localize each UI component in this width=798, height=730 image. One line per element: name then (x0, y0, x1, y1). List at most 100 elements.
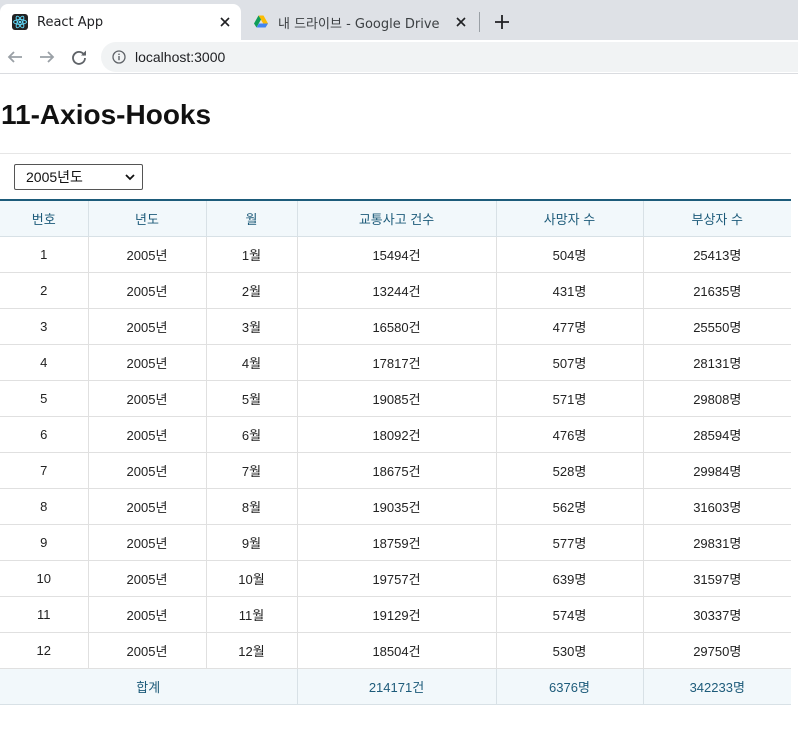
tab-google-drive[interactable]: 내 드라이브 - Google Drive (241, 4, 477, 40)
google-drive-icon (253, 14, 269, 30)
table-row: 11 2005년 11월 19129건 574명 30337명 (0, 596, 791, 633)
cell-injuries: 29984명 (643, 452, 791, 489)
table-row: 2 2005년 2월 13244건 431명 21635명 (0, 272, 791, 309)
cell-number: 8 (0, 488, 89, 525)
total-accidents: 214171건 (297, 668, 497, 705)
cell-number: 3 (0, 308, 89, 345)
cell-number: 9 (0, 524, 89, 561)
cell-deaths: 571명 (496, 380, 644, 417)
cell-month: 11월 (206, 596, 298, 633)
cell-injuries: 31597명 (643, 560, 791, 597)
cell-number: 1 (0, 236, 89, 273)
column-header-accidents: 교통사고 건수 (297, 200, 497, 237)
cell-accidents: 19035건 (297, 488, 497, 525)
cell-injuries: 28594명 (643, 416, 791, 453)
url-text: localhost:3000 (135, 49, 226, 65)
cell-deaths: 574명 (496, 596, 644, 633)
cell-accidents: 18504건 (297, 632, 497, 669)
chevron-down-icon (125, 174, 135, 181)
cell-injuries: 21635명 (643, 272, 791, 309)
cell-month: 5월 (206, 380, 298, 417)
cell-year: 2005년 (88, 380, 207, 417)
cell-month: 8월 (206, 488, 298, 525)
total-injuries: 342233명 (643, 668, 791, 705)
close-icon[interactable] (451, 12, 471, 32)
cell-injuries: 29750명 (643, 632, 791, 669)
cell-year: 2005년 (88, 344, 207, 381)
cell-year: 2005년 (88, 524, 207, 561)
cell-number: 6 (0, 416, 89, 453)
cell-year: 2005년 (88, 272, 207, 309)
cell-month: 9월 (206, 524, 298, 561)
cell-year: 2005년 (88, 488, 207, 525)
arrow-left-icon (7, 51, 22, 63)
divider (0, 153, 791, 154)
table-row: 10 2005년 10월 19757건 639명 31597명 (0, 560, 791, 597)
cell-month: 6월 (206, 416, 298, 453)
cell-injuries: 29808명 (643, 380, 791, 417)
cell-accidents: 17817건 (297, 344, 497, 381)
cell-accidents: 18759건 (297, 524, 497, 561)
table-row: 5 2005년 5월 19085건 571명 29808명 (0, 380, 791, 417)
cell-deaths: 476명 (496, 416, 644, 453)
cell-year: 2005년 (88, 452, 207, 489)
close-icon[interactable] (215, 12, 235, 32)
cell-year: 2005년 (88, 596, 207, 633)
column-header-injuries: 부상자 수 (643, 200, 791, 237)
cell-injuries: 25550명 (643, 308, 791, 345)
tab-title: React App (37, 14, 104, 30)
cell-number: 10 (0, 560, 89, 597)
forward-button[interactable] (35, 45, 59, 69)
table-row: 6 2005년 6월 18092건 476명 28594명 (0, 416, 791, 453)
reload-button[interactable] (67, 45, 91, 69)
cell-accidents: 18092건 (297, 416, 497, 453)
browser-tabstrip: React App 내 드라이브 - Google Drive (0, 0, 798, 40)
cell-deaths: 507명 (496, 344, 644, 381)
tab-react-app[interactable]: React App (0, 4, 241, 40)
cell-month: 2월 (206, 272, 298, 309)
tab-title: 내 드라이브 - Google Drive (278, 16, 440, 32)
cell-accidents: 19129건 (297, 596, 497, 633)
cell-year: 2005년 (88, 308, 207, 345)
cell-month: 4월 (206, 344, 298, 381)
table-footer-row: 합계 214171건 6376명 342233명 (0, 668, 791, 705)
address-bar[interactable]: localhost:3000 (101, 42, 798, 72)
page-content: 11-Axios-Hooks 2005년도 번호 년도 월 교통사고 건수 사망… (0, 75, 798, 730)
cell-accidents: 18675건 (297, 452, 497, 489)
cell-month: 1월 (206, 236, 298, 273)
info-icon[interactable] (111, 49, 127, 65)
cell-deaths: 562명 (496, 488, 644, 525)
year-select[interactable]: 2005년도 (14, 164, 143, 190)
column-header-month: 월 (206, 200, 298, 237)
browser-toolbar: localhost:3000 (0, 40, 798, 74)
cell-number: 2 (0, 272, 89, 309)
cell-injuries: 28131명 (643, 344, 791, 381)
cell-month: 3월 (206, 308, 298, 345)
total-deaths: 6376명 (496, 668, 644, 705)
cell-injuries: 29831명 (643, 524, 791, 561)
cell-deaths: 530명 (496, 632, 644, 669)
cell-year: 2005년 (88, 560, 207, 597)
table-body: 1 2005년 1월 15494건 504명 25413명 2 2005년 2월 13244건 43… (0, 236, 791, 669)
cell-deaths: 577명 (496, 524, 644, 561)
cell-number: 7 (0, 452, 89, 489)
plus-icon (495, 15, 509, 29)
year-select-value: 2005년도 (26, 169, 83, 185)
back-button[interactable] (3, 45, 27, 69)
cell-number: 4 (0, 344, 89, 381)
cell-accidents: 19085건 (297, 380, 497, 417)
column-header-deaths: 사망자 수 (496, 200, 644, 237)
cell-injuries: 30337명 (643, 596, 791, 633)
cell-month: 10월 (206, 560, 298, 597)
cell-number: 11 (0, 596, 89, 633)
cell-deaths: 504명 (496, 236, 644, 273)
new-tab-button[interactable] (490, 10, 514, 34)
cell-deaths: 639명 (496, 560, 644, 597)
page-title: 11-Axios-Hooks (1, 99, 212, 130)
cell-accidents: 16580건 (297, 308, 497, 345)
cell-accidents: 15494건 (297, 236, 497, 273)
cell-year: 2005년 (88, 416, 207, 453)
cell-number: 12 (0, 632, 89, 669)
cell-deaths: 431명 (496, 272, 644, 309)
column-header-year: 년도 (88, 200, 207, 237)
